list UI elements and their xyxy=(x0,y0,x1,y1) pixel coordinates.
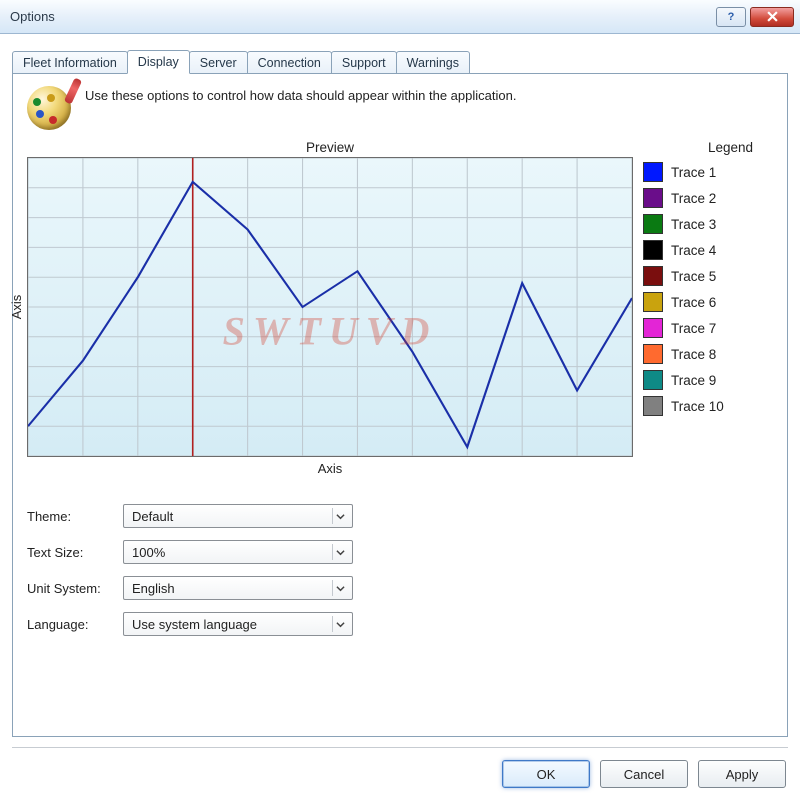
tab-label: Fleet Information xyxy=(23,56,117,70)
ok-button[interactable]: OK xyxy=(502,760,590,788)
chart-svg xyxy=(28,158,632,456)
button-label: Apply xyxy=(726,767,759,782)
row-language: Language: Use system language xyxy=(27,606,773,642)
legend-item[interactable]: Trace 8 xyxy=(643,341,773,367)
window-title: Options xyxy=(10,9,716,24)
tab-label: Warnings xyxy=(407,56,459,70)
combo-value: 100% xyxy=(132,545,165,560)
combo-text-size[interactable]: 100% xyxy=(123,540,353,564)
chevron-down-icon xyxy=(332,580,348,596)
legend-label: Trace 6 xyxy=(671,295,716,310)
tab-fleet-information[interactable]: Fleet Information xyxy=(12,51,128,74)
chart-area: Preview Axis SWTUVD Axis xyxy=(27,140,633,476)
combo-theme[interactable]: Default xyxy=(123,504,353,528)
combo-value: Default xyxy=(132,509,173,524)
legend-item[interactable]: Trace 6 xyxy=(643,289,773,315)
legend-label: Trace 5 xyxy=(671,269,716,284)
label-language: Language: xyxy=(27,617,123,632)
legend-item[interactable]: Trace 9 xyxy=(643,367,773,393)
legend-label: Trace 3 xyxy=(671,217,716,232)
legend-swatch xyxy=(643,344,663,364)
legend-item[interactable]: Trace 10 xyxy=(643,393,773,419)
legend-label: Trace 7 xyxy=(671,321,716,336)
tab-label: Connection xyxy=(258,56,321,70)
x-axis-label: Axis xyxy=(27,461,633,476)
close-icon xyxy=(767,11,778,22)
legend-label: Trace 9 xyxy=(671,373,716,388)
combo-unit-system[interactable]: English xyxy=(123,576,353,600)
legend-label: Trace 2 xyxy=(671,191,716,206)
legend-label: Trace 8 xyxy=(671,347,716,362)
options-dialog: Options ? Fleet Information Display Serv… xyxy=(0,0,800,800)
cancel-button[interactable]: Cancel xyxy=(600,760,688,788)
legend-item[interactable]: Trace 3 xyxy=(643,211,773,237)
legend-swatch xyxy=(643,292,663,312)
palette-icon xyxy=(27,86,71,130)
tab-warnings[interactable]: Warnings xyxy=(396,51,470,74)
legend-label: Trace 1 xyxy=(671,165,716,180)
tab-connection[interactable]: Connection xyxy=(247,51,332,74)
tabstrip: Fleet Information Display Server Connect… xyxy=(12,48,788,74)
chart-frame: Axis SWTUVD xyxy=(27,157,633,457)
label-unit-system: Unit System: xyxy=(27,581,123,596)
row-text-size: Text Size: 100% xyxy=(27,534,773,570)
legend-title: Legend xyxy=(643,140,773,155)
display-form: Theme: Default Text Size: 100% Unit Syst… xyxy=(27,498,773,642)
help-button[interactable]: ? xyxy=(716,7,746,27)
legend-swatch xyxy=(643,396,663,416)
tab-label: Support xyxy=(342,56,386,70)
legend-item[interactable]: Trace 2 xyxy=(643,185,773,211)
dialog-buttons: OK Cancel Apply xyxy=(502,760,786,788)
legend-swatch xyxy=(643,214,663,234)
legend-swatch xyxy=(643,370,663,390)
tab-label: Server xyxy=(200,56,237,70)
legend-item[interactable]: Trace 5 xyxy=(643,263,773,289)
combo-language[interactable]: Use system language xyxy=(123,612,353,636)
legend-swatch xyxy=(643,240,663,260)
legend-swatch xyxy=(643,318,663,338)
chevron-down-icon xyxy=(332,508,348,524)
button-divider xyxy=(12,747,788,748)
legend-label: Trace 10 xyxy=(671,399,724,414)
tab-display[interactable]: Display xyxy=(127,50,190,74)
legend-item[interactable]: Trace 4 xyxy=(643,237,773,263)
legend-label: Trace 4 xyxy=(671,243,716,258)
button-label: Cancel xyxy=(624,767,664,782)
titlebar: Options ? xyxy=(0,0,800,34)
tab-server[interactable]: Server xyxy=(189,51,248,74)
legend-swatch xyxy=(643,266,663,286)
combo-value: Use system language xyxy=(132,617,257,632)
chevron-down-icon xyxy=(332,616,348,632)
button-label: OK xyxy=(537,767,556,782)
legend-column: Legend Trace 1Trace 2Trace 3Trace 4Trace… xyxy=(643,140,773,476)
row-theme: Theme: Default xyxy=(27,498,773,534)
close-button[interactable] xyxy=(750,7,794,27)
window-controls: ? xyxy=(716,7,794,27)
y-axis-label: Axis xyxy=(9,295,24,320)
label-text-size: Text Size: xyxy=(27,545,123,560)
chart-title: Preview xyxy=(27,140,633,155)
description-text: Use these options to control how data sh… xyxy=(85,86,516,103)
legend-item[interactable]: Trace 1 xyxy=(643,159,773,185)
legend-swatch xyxy=(643,162,663,182)
apply-button[interactable]: Apply xyxy=(698,760,786,788)
legend-item[interactable]: Trace 7 xyxy=(643,315,773,341)
tab-support[interactable]: Support xyxy=(331,51,397,74)
chevron-down-icon xyxy=(332,544,348,560)
tabpanel-display: Use these options to control how data sh… xyxy=(12,73,788,737)
client-area: Fleet Information Display Server Connect… xyxy=(0,34,800,800)
tab-label: Display xyxy=(138,55,179,69)
description-row: Use these options to control how data sh… xyxy=(27,86,773,130)
row-unit-system: Unit System: English xyxy=(27,570,773,606)
preview-block: Preview Axis SWTUVD Axis Legend Tr xyxy=(27,140,773,476)
label-theme: Theme: xyxy=(27,509,123,524)
legend-swatch xyxy=(643,188,663,208)
combo-value: English xyxy=(132,581,175,596)
legend-list: Trace 1 Trace 2 Trace 3 Trace 4 Trace 5 Trace… xyxy=(643,159,773,419)
